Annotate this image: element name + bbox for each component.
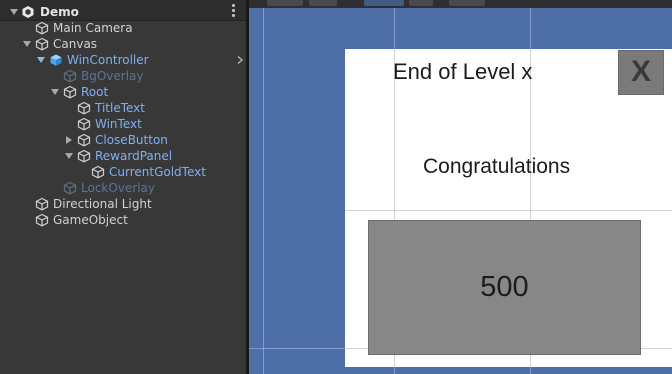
hierarchy-item-wintext[interactable]: WinText	[0, 116, 230, 132]
hierarchy-label: Root	[81, 85, 109, 99]
chevron-right-icon[interactable]	[236, 56, 244, 64]
expand-arrow-icon[interactable]	[10, 9, 18, 15]
hierarchy-label: GameObject	[53, 213, 128, 227]
hierarchy-item-lockoverlay[interactable]: LockOverlay	[0, 180, 230, 196]
kebab-menu-icon[interactable]	[232, 4, 235, 18]
win-panel: End of Level x Congratulations X 500	[345, 49, 672, 367]
hierarchy-label: RewardPanel	[95, 149, 173, 163]
scene-item-demo[interactable]: Demo	[0, 4, 230, 20]
gameobject-cube-icon	[35, 213, 49, 227]
expand-arrow-icon[interactable]	[66, 136, 72, 144]
hierarchy-label: LockOverlay	[81, 181, 156, 195]
hierarchy-item-rewardpanel[interactable]: RewardPanel	[0, 148, 230, 164]
hierarchy-item-root[interactable]: Root	[0, 84, 230, 100]
hierarchy-label: Demo	[40, 5, 79, 19]
hierarchy-label: Main Camera	[53, 21, 133, 35]
gameobject-cube-icon	[77, 133, 91, 147]
hierarchy-label: Canvas	[53, 37, 98, 51]
gameobject-cube-icon	[63, 85, 77, 99]
hierarchy-label: CloseButton	[95, 133, 168, 147]
hierarchy-item-wincontroller[interactable]: WinController	[0, 52, 230, 68]
expand-arrow-icon[interactable]	[23, 41, 31, 47]
gameobject-cube-icon	[77, 149, 91, 163]
hierarchy-item-closebutton[interactable]: CloseButton	[0, 132, 230, 148]
title-text: End of Level x	[393, 59, 533, 84]
hierarchy-item-bgoverlay[interactable]: BgOverlay	[0, 68, 230, 84]
hierarchy-item-titletext[interactable]: TitleText	[0, 100, 230, 116]
hierarchy-item-main-camera[interactable]: Main Camera	[0, 20, 230, 36]
grid-line	[345, 210, 672, 211]
unity-scene-icon	[22, 6, 34, 18]
hierarchy-label: BgOverlay	[81, 69, 144, 83]
hierarchy-item-directional-light[interactable]: Directional Light	[0, 196, 230, 212]
hierarchy-panel: Demo Main Camera Canvas WinController Bg…	[0, 0, 246, 374]
scene-toolbar	[249, 0, 672, 8]
toolbar-button[interactable]	[267, 0, 303, 6]
toolbar-button[interactable]	[364, 0, 404, 6]
hierarchy-label: TitleText	[95, 101, 145, 115]
current-gold-text: 500	[480, 271, 529, 303]
gameobject-cube-icon	[35, 37, 49, 51]
prefab-cube-icon	[50, 54, 62, 66]
gameobject-cube-icon	[77, 117, 91, 131]
reward-panel: 500	[368, 220, 641, 355]
toolbar-button[interactable]	[409, 0, 433, 6]
hierarchy-label: CurrentGoldText	[109, 165, 206, 179]
gameobject-cube-icon	[77, 101, 91, 115]
expand-arrow-icon[interactable]	[51, 89, 59, 95]
hierarchy-label: WinController	[67, 53, 149, 67]
hierarchy-item-gameobject[interactable]: GameObject	[0, 212, 230, 228]
hierarchy-item-canvas[interactable]: Canvas	[0, 36, 230, 52]
hierarchy-label: Directional Light	[53, 197, 152, 211]
gameobject-cube-icon	[63, 181, 77, 195]
gameobject-cube-icon	[35, 21, 49, 35]
gameobject-cube-icon	[91, 165, 105, 179]
win-text: Congratulations	[423, 155, 571, 178]
expand-arrow-icon[interactable]	[37, 57, 45, 63]
expand-arrow-icon[interactable]	[65, 153, 73, 159]
gameobject-cube-icon	[35, 197, 49, 211]
hierarchy-label: WinText	[95, 117, 142, 131]
toolbar-button[interactable]	[449, 0, 485, 6]
gameobject-cube-icon	[63, 69, 77, 83]
scene-view[interactable]: End of Level x Congratulations X 500	[249, 0, 672, 374]
hierarchy-item-currentgoldtext[interactable]: CurrentGoldText	[0, 164, 230, 180]
toolbar-button[interactable]	[309, 0, 337, 6]
grid-line	[263, 8, 264, 374]
close-button[interactable]: X	[618, 50, 664, 95]
